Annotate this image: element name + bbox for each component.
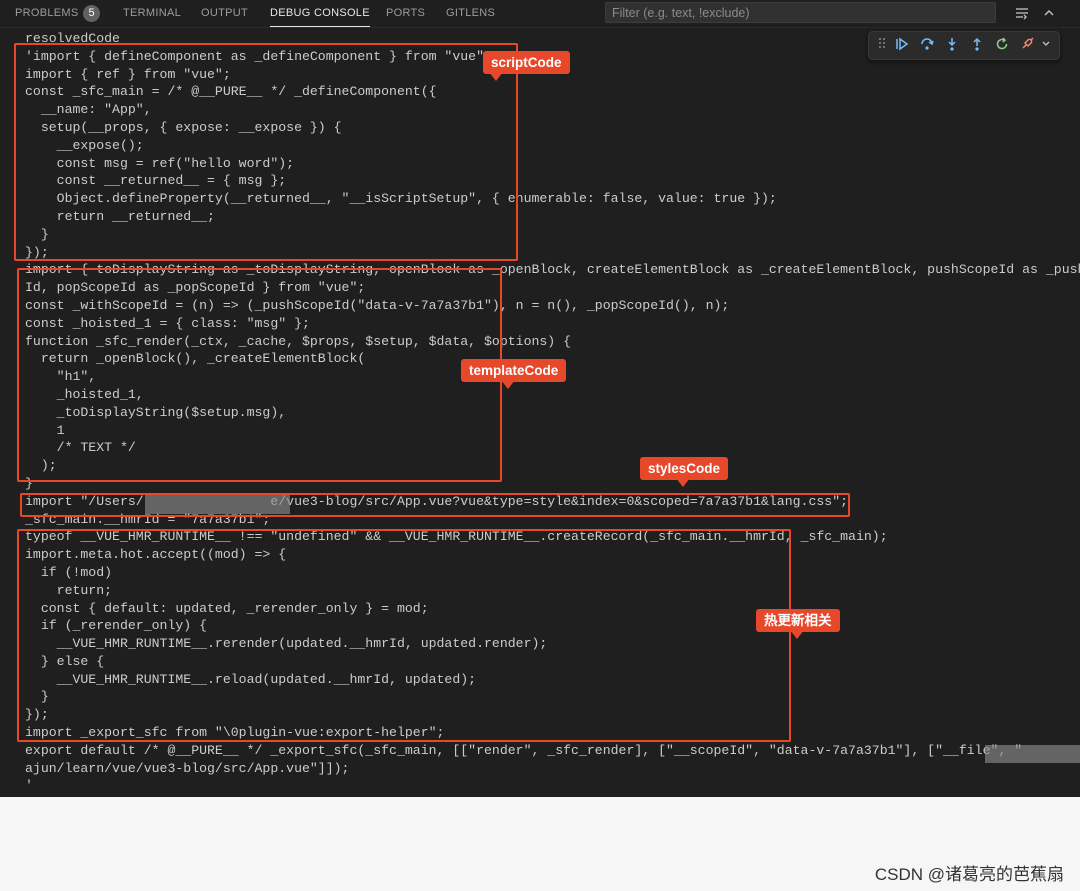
problems-count-badge: 5 xyxy=(83,5,100,22)
tab-terminal[interactable]: TERMINAL xyxy=(123,0,181,27)
console-line: ' xyxy=(25,778,33,794)
script-code-callout: scriptCode xyxy=(483,51,570,74)
redacted-path xyxy=(985,745,1080,763)
drag-handle-icon[interactable] xyxy=(873,36,891,54)
chevron-up-icon[interactable] xyxy=(1038,3,1060,23)
continue-icon[interactable] xyxy=(893,36,911,54)
step-over-icon[interactable] xyxy=(918,36,936,54)
callout-pointer xyxy=(676,478,690,487)
template-code-highlight xyxy=(17,268,502,482)
tab-debug-console[interactable]: DEBUG CONSOLE xyxy=(270,0,370,27)
disconnect-icon[interactable] xyxy=(1018,36,1036,54)
console-filter-input[interactable] xyxy=(605,2,996,23)
tab-ports[interactable]: PORTS xyxy=(386,0,425,27)
styles-code-highlight xyxy=(20,493,850,517)
panel-tab-bar: PROBLEMS 5 TERMINAL OUTPUT DEBUG CONSOLE… xyxy=(0,0,1080,28)
tab-problems[interactable]: PROBLEMS xyxy=(15,0,79,27)
watermark: CSDN @诸葛亮的芭蕉扇 xyxy=(874,865,1064,884)
callout-pointer xyxy=(790,630,804,639)
word-wrap-icon[interactable] xyxy=(1011,3,1033,23)
callout-pointer xyxy=(501,380,515,389)
console-line: export default /* @__PURE__ */ _export_s… xyxy=(25,742,1023,758)
restart-icon[interactable] xyxy=(993,36,1011,54)
hmr-code-callout: 热更新相关 xyxy=(756,609,840,632)
callout-pointer xyxy=(489,72,503,81)
step-into-icon[interactable] xyxy=(943,36,961,54)
debug-panel: PROBLEMS 5 TERMINAL OUTPUT DEBUG CONSOLE… xyxy=(0,0,1080,797)
hmr-code-highlight xyxy=(17,529,791,742)
console-line: ajun/learn/vue/vue3-blog/src/App.vue"]])… xyxy=(25,760,350,776)
chevron-down-icon[interactable] xyxy=(1037,36,1055,54)
tab-output[interactable]: OUTPUT xyxy=(201,0,248,27)
step-out-icon[interactable] xyxy=(968,36,986,54)
tab-gitlens[interactable]: GITLENS xyxy=(446,0,495,27)
script-code-highlight xyxy=(14,43,518,261)
styles-code-callout: stylesCode xyxy=(640,457,729,480)
template-code-callout: templateCode xyxy=(461,359,567,382)
debug-toolbar xyxy=(868,31,1060,60)
